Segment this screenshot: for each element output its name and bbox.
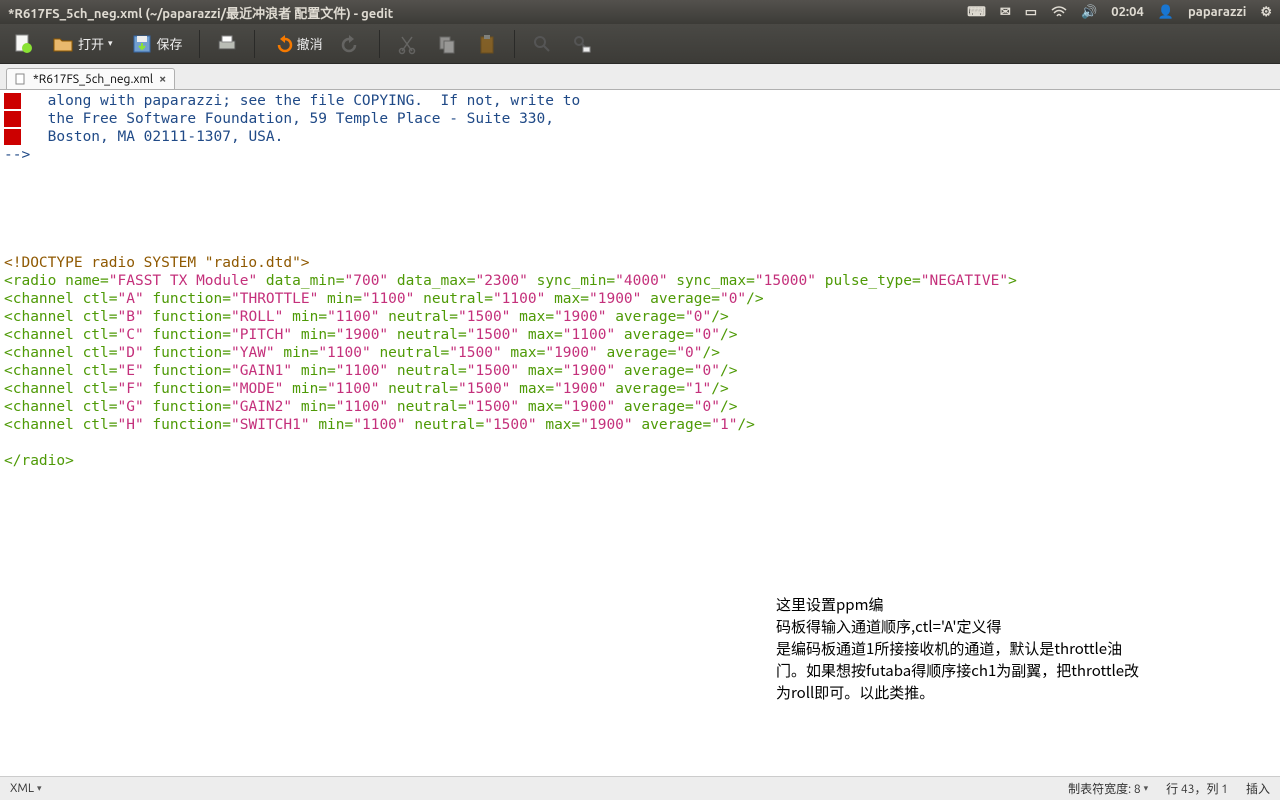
- text-editor[interactable]: -- along with paparazzi; see the file CO…: [0, 90, 1280, 776]
- save-button[interactable]: 保存: [125, 31, 189, 57]
- paste-button[interactable]: [470, 31, 504, 57]
- insert-mode: 插入: [1246, 780, 1270, 797]
- wifi-icon[interactable]: [1051, 6, 1067, 18]
- tab-width-selector[interactable]: 制表符宽度: 8: [1068, 780, 1148, 797]
- redo-button[interactable]: [335, 31, 369, 57]
- undo-button[interactable]: 撤消: [265, 31, 329, 57]
- open-button[interactable]: 打开 ▾: [46, 31, 119, 57]
- new-file-button[interactable]: [6, 31, 40, 57]
- language-selector[interactable]: XML: [10, 782, 41, 795]
- volume-icon[interactable]: 🔊: [1081, 5, 1097, 20]
- main-toolbar: 打开 ▾ 保存 撤消: [0, 24, 1280, 64]
- mail-icon[interactable]: ✉: [1000, 5, 1011, 20]
- close-tab-icon[interactable]: ×: [159, 72, 166, 86]
- gear-icon[interactable]: ⚙: [1260, 5, 1272, 20]
- cut-button[interactable]: [390, 31, 424, 57]
- annotation-overlay: 这里设置ppm编码板得输入通道顺序,ctl='A'定义得是编码板通道1所接接收机…: [776, 594, 1246, 704]
- battery-icon[interactable]: ▭: [1025, 5, 1037, 20]
- print-button[interactable]: [210, 31, 244, 57]
- clock[interactable]: 02:04: [1111, 5, 1144, 19]
- file-icon: [15, 73, 27, 85]
- tab-name: *R617FS_5ch_neg.xml: [33, 73, 153, 86]
- search-button[interactable]: [525, 31, 559, 57]
- undo-label: 撤消: [297, 34, 323, 53]
- replace-button[interactable]: [565, 31, 599, 57]
- open-label: 打开: [78, 34, 104, 53]
- copy-button[interactable]: [430, 31, 464, 57]
- file-tab[interactable]: *R617FS_5ch_neg.xml ×: [6, 68, 175, 89]
- window-titlebar: *R617FS_5ch_neg.xml (~/paparazzi/最近冲浪者 配…: [0, 0, 1280, 24]
- tab-bar: *R617FS_5ch_neg.xml ×: [0, 64, 1280, 90]
- status-bar: XML 制表符宽度: 8 行 43，列 1 插入: [0, 776, 1280, 800]
- save-label: 保存: [157, 34, 183, 53]
- user-icon[interactable]: 👤: [1158, 5, 1174, 20]
- cursor-position: 行 43，列 1: [1166, 780, 1228, 797]
- keyboard-icon[interactable]: ⌨: [967, 5, 986, 20]
- username[interactable]: paparazzi: [1188, 5, 1246, 19]
- system-tray: ⌨ ✉ ▭ 🔊 02:04 👤 paparazzi ⚙: [967, 5, 1272, 20]
- window-title: *R617FS_5ch_neg.xml (~/paparazzi/最近冲浪者 配…: [8, 3, 967, 22]
